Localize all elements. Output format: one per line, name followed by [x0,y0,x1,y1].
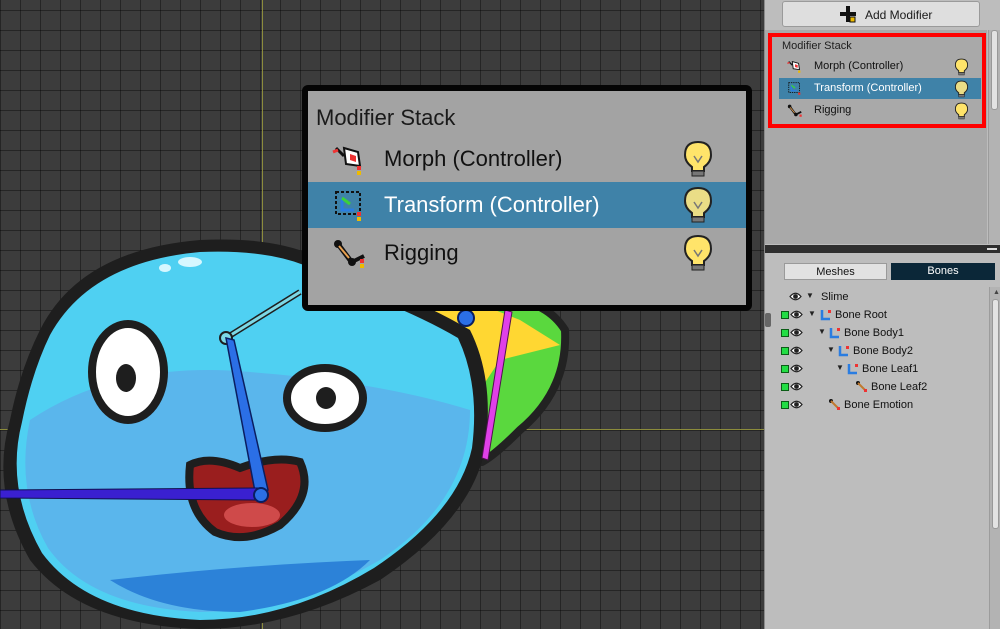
hierarchy-item-bone-root[interactable]: ▼ Bone Root [765,306,989,324]
zoom-stack-title: Modifier Stack [316,105,456,130]
leaf-bone-icon [856,381,867,392]
lightbulb-icon [683,234,713,271]
hierarchy-item-bone-leaf2[interactable]: Bone Leaf2 [765,378,989,396]
lightbulb-icon [683,140,713,177]
hierarchy-label: Bone Body2 [853,345,913,357]
zoom-modifier-morph: Morph (Controller) [308,136,746,182]
scroll-up-arrow-icon[interactable]: ▲ [993,289,1000,296]
expand-arrow-icon[interactable]: ▼ [806,291,814,300]
scrollbar-thumb[interactable] [991,30,998,110]
zoom-modifier-label: Transform (Controller) [384,192,600,217]
leaf-bone-icon [829,399,840,410]
rigging-icon [334,240,365,268]
selection-square-icon[interactable] [781,311,789,319]
expand-arrow-icon[interactable]: ▼ [818,327,826,336]
zoom-modifier-label: Morph (Controller) [384,146,563,171]
zoom-modifier-label: Rigging [384,240,459,265]
hierarchy-item-bone-leaf1[interactable]: ▼ Bone Leaf1 [765,360,989,378]
zoom-modifier-rigging: Rigging [308,230,746,276]
lightbulb-icon [683,186,713,223]
eye-icon[interactable] [790,363,803,374]
hierarchy-label: Bone Leaf2 [871,381,928,393]
scrollbar-thumb[interactable] [992,299,999,529]
bone-icon [820,310,831,321]
eye-icon[interactable] [790,327,803,338]
panel-splitter-handle[interactable] [765,313,771,327]
morph-icon [332,146,362,175]
panel-divider[interactable] [765,245,1000,253]
plus-icon [840,6,856,23]
tab-bones[interactable]: Bones [891,263,995,280]
hierarchy-label: Bone Emotion [844,399,914,411]
eye-icon[interactable] [789,291,802,302]
expand-arrow-icon[interactable]: ▼ [836,363,844,372]
hierarchy-item-bone-body1[interactable]: ▼ Bone Body1 [765,324,989,342]
bone-hierarchy: ▼ Slime ▼ Bone Root ▼ Bone Body1 ▼ Bone … [765,287,989,629]
hierarchy-item-slime[interactable]: ▼ Slime [765,288,989,306]
hierarchy-scrollbar[interactable]: ▲ [989,287,1000,629]
bone-icon [838,346,849,357]
add-modifier-label: Add Modifier [865,8,933,22]
selection-square-icon[interactable] [781,329,789,337]
hierarchy-item-bone-body2[interactable]: ▼ Bone Body2 [765,342,989,360]
hierarchy-label: Bone Root [835,309,887,321]
expand-arrow-icon[interactable]: ▼ [827,345,835,354]
expand-arrow-icon[interactable]: ▼ [808,309,816,318]
red-highlight-box [768,33,986,128]
eye-icon[interactable] [790,399,803,410]
canvas-viewport[interactable]: Modifier Stack Morph (Controller) Transf… [0,0,764,629]
selection-square-icon[interactable] [781,347,789,355]
hierarchy-label: Slime [821,291,849,303]
bone-icon [829,328,840,339]
hierarchy-item-bone-emotion[interactable]: Bone Emotion [765,396,989,414]
hierarchy-label: Bone Leaf1 [862,363,919,375]
eye-icon[interactable] [790,309,803,320]
selection-square-icon[interactable] [781,365,789,373]
selection-square-icon[interactable] [781,401,789,409]
add-modifier-button[interactable]: Add Modifier [782,1,980,27]
eye-icon[interactable] [790,381,803,392]
eye-icon[interactable] [790,345,803,356]
bone-icon [847,364,858,375]
hierarchy-label: Bone Body1 [844,327,904,339]
modifier-stack-scrollbar[interactable] [988,30,1000,244]
zoom-modifier-transform: Transform (Controller) [308,182,746,228]
transform-icon [335,191,361,221]
tab-meshes[interactable]: Meshes [784,263,887,280]
selection-square-icon[interactable] [781,383,789,391]
minimize-icon[interactable] [987,248,997,250]
bone-emotion [0,487,261,501]
zoomed-modifier-stack-inset: Modifier Stack Morph (Controller) Transf… [302,85,752,311]
